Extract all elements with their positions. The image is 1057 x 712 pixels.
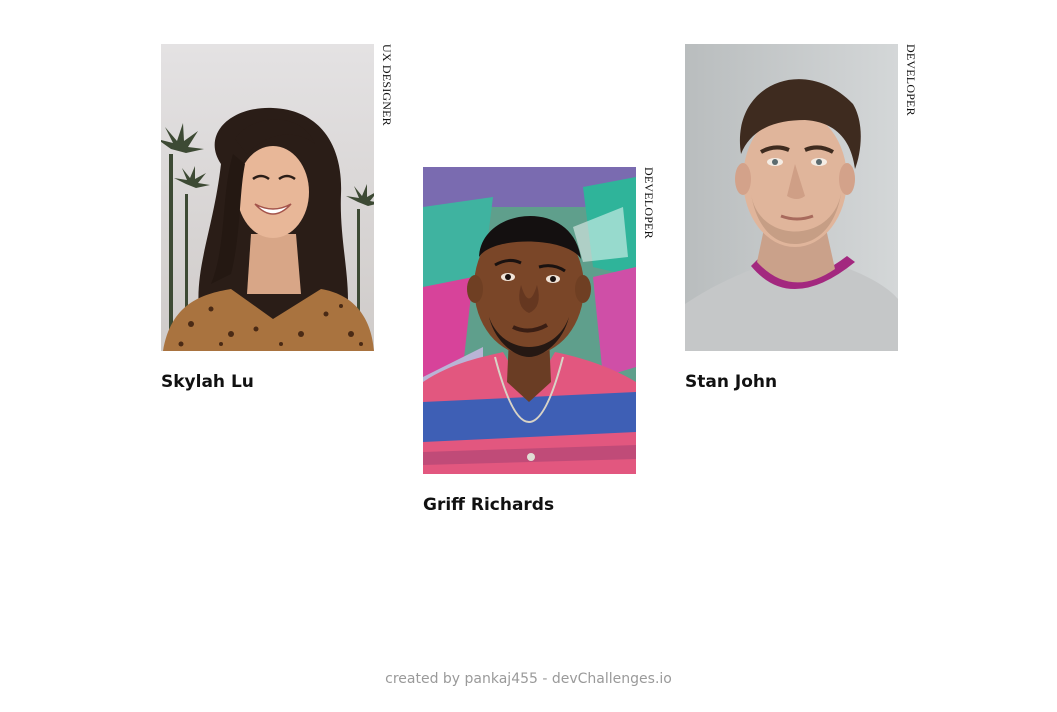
member-photo-skylah (161, 44, 374, 351)
member-role: DEVELOPER (642, 167, 656, 239)
member-name: Skylah Lu (161, 372, 254, 392)
team-member-card-stan: DEVELOPER Stan John (685, 44, 925, 404)
team-page: UX DESIGNER Skylah Lu DEVELOPER Griff Ri… (0, 0, 1057, 712)
member-name: Stan John (685, 372, 778, 392)
team-member-card-griff: DEVELOPER Griff Richards (423, 167, 663, 527)
member-photo-stan (685, 44, 898, 351)
member-role: DEVELOPER (904, 44, 918, 116)
member-name: Griff Richards (423, 495, 555, 515)
member-photo-griff (423, 167, 636, 474)
team-member-card-skylah: UX DESIGNER Skylah Lu (161, 44, 401, 404)
member-role: UX DESIGNER (380, 44, 394, 126)
footer-credit: created by pankaj455 - devChallenges.io (385, 671, 672, 687)
